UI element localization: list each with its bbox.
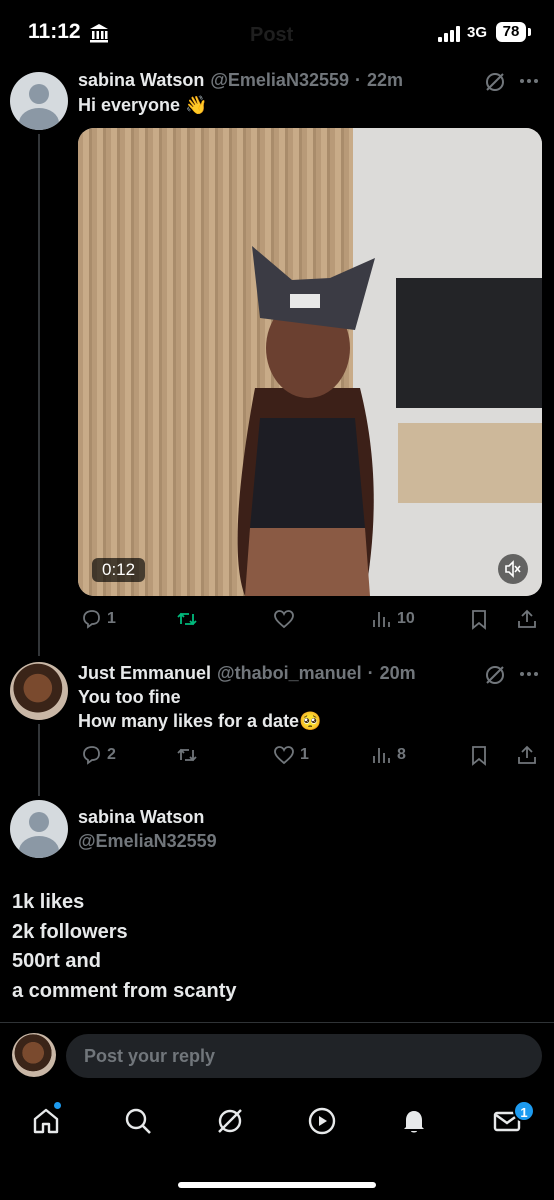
repost-button[interactable]	[176, 608, 203, 630]
battery-level: 78	[496, 22, 526, 42]
views-count: 10	[397, 610, 415, 627]
views-icon	[373, 748, 390, 763]
like-count: 1	[300, 746, 309, 763]
post-time[interactable]: 20m	[380, 663, 416, 684]
page-title: Post	[250, 24, 294, 46]
my-avatar[interactable]	[12, 1033, 56, 1077]
bookmark-button[interactable]	[468, 744, 490, 766]
main-post-line: a comment from scanty	[12, 979, 237, 1002]
author-handle[interactable]: @EmeliaN32559	[210, 70, 349, 91]
messages-badge: 1	[513, 1100, 535, 1122]
reply-header: Just Emmanuel @thaboi_manuel · 20m	[78, 663, 416, 684]
signal-icon	[438, 26, 460, 42]
reply-text-line: How many likes for a date🥺	[78, 711, 322, 731]
reply-count: 2	[107, 746, 116, 763]
like-icon	[274, 746, 294, 765]
home-indicator[interactable]	[178, 1182, 376, 1188]
notifications-icon[interactable]	[399, 1106, 429, 1136]
separator: ·	[355, 70, 361, 90]
author-handle[interactable]: @thaboi_manuel	[217, 663, 362, 684]
post-text: Hi everyone 👋	[78, 95, 208, 115]
bookmark-icon	[472, 746, 486, 766]
like-button[interactable]	[273, 608, 300, 630]
network-type: 3G	[467, 24, 488, 41]
reply-icon	[83, 610, 100, 629]
status-time: 11:12	[28, 20, 81, 43]
main-post-text: 1k likes 2k followers 500rt and a commen…	[12, 888, 237, 1006]
views-count: 8	[397, 746, 406, 763]
bookmark-button[interactable]	[468, 608, 490, 630]
home-icon[interactable]	[31, 1106, 61, 1136]
repost-button[interactable]	[176, 744, 203, 766]
bookmark-icon	[472, 610, 486, 630]
video-player[interactable]: 0:12	[78, 128, 542, 596]
bank-icon	[90, 24, 108, 43]
video-icon[interactable]	[307, 1106, 337, 1136]
avatar[interactable]	[10, 662, 68, 720]
grok-icon[interactable]	[484, 71, 506, 93]
main-post-line: 2k followers	[12, 920, 128, 943]
post-time[interactable]: 22m	[367, 70, 403, 91]
author-name[interactable]: sabina Watson	[78, 70, 204, 91]
share-icon	[518, 745, 536, 764]
reply-input[interactable]: Post your reply	[66, 1034, 542, 1078]
like-icon	[274, 610, 294, 629]
more-icon[interactable]	[518, 667, 540, 681]
share-button[interactable]	[516, 608, 538, 630]
grok-icon[interactable]	[484, 664, 506, 686]
like-button[interactable]: 1	[273, 744, 309, 766]
divider	[0, 1022, 554, 1023]
home-unread-dot	[54, 1102, 61, 1109]
more-icon[interactable]	[518, 74, 540, 88]
grok-icon[interactable]	[215, 1106, 245, 1136]
author-handle[interactable]: @EmeliaN32559	[78, 831, 217, 852]
repost-icon	[177, 612, 197, 626]
reply-button[interactable]: 2	[80, 744, 116, 766]
video-frame-person	[237, 246, 375, 596]
main-post-line: 500rt and	[12, 950, 101, 972]
share-button[interactable]	[516, 744, 538, 766]
status-bar: 11:12 Post 3G 78	[0, 0, 554, 64]
avatar[interactable]	[10, 800, 68, 858]
mute-icon	[505, 560, 521, 578]
reply-button[interactable]: 1	[80, 608, 116, 630]
share-icon	[518, 609, 536, 628]
reply-count: 1	[107, 610, 116, 627]
author-name[interactable]: sabina Watson	[78, 807, 204, 828]
mute-button[interactable]	[498, 554, 528, 584]
author-name[interactable]: Just Emmanuel	[78, 663, 211, 684]
views-button[interactable]: 10	[370, 608, 415, 630]
separator: ·	[367, 663, 374, 683]
views-button[interactable]: 8	[370, 744, 406, 766]
views-icon	[373, 612, 390, 627]
thread-line	[38, 134, 40, 656]
post-header: sabina Watson @EmeliaN32559 · 22m	[78, 70, 403, 91]
main-post-line: 1k likes	[12, 891, 85, 913]
reply-text-line: You too fine	[78, 687, 181, 707]
search-icon[interactable]	[123, 1106, 153, 1136]
avatar[interactable]	[10, 72, 68, 130]
battery-nub	[528, 28, 531, 36]
thread-line	[38, 724, 40, 796]
video-duration: 0:12	[92, 558, 146, 582]
repost-icon	[177, 748, 197, 762]
reply-icon	[83, 746, 100, 765]
